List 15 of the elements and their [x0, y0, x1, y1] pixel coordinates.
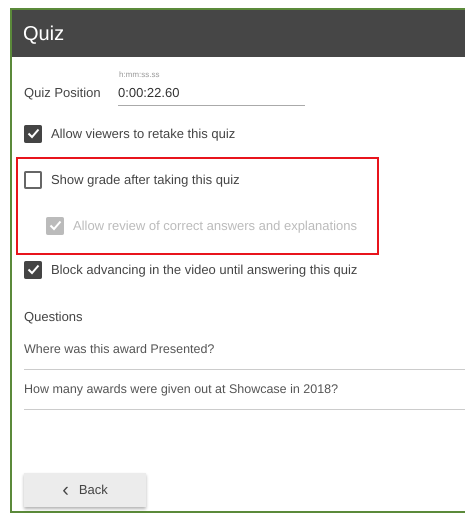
- field-label: Quiz Position: [24, 84, 102, 102]
- question-item[interactable]: How many awards were given out at Showcase in 2018?: [24, 370, 465, 410]
- section-heading: Questions: [24, 308, 84, 326]
- checkbox-label: Allow viewers to retake this quiz: [51, 124, 236, 143]
- checkbox-label: Allow review of correct answers and explanations: [73, 216, 357, 235]
- chevron-left-icon: ‹: [62, 480, 69, 500]
- format-hint: h:mm:ss.ss: [119, 69, 160, 81]
- question-item[interactable]: Where was this award Presented?: [24, 330, 465, 370]
- checkbox[interactable]: [24, 260, 42, 278]
- checkbox[interactable]: [24, 124, 42, 142]
- back-button[interactable]: ‹ Back: [24, 473, 146, 507]
- checkbox-label: Show grade after taking this quiz: [51, 170, 240, 189]
- checkbox-label: Block advancing in the video until answering this quiz: [51, 260, 358, 279]
- dialog-title: Quiz: [23, 22, 64, 46]
- checkbox[interactable]: [24, 170, 42, 188]
